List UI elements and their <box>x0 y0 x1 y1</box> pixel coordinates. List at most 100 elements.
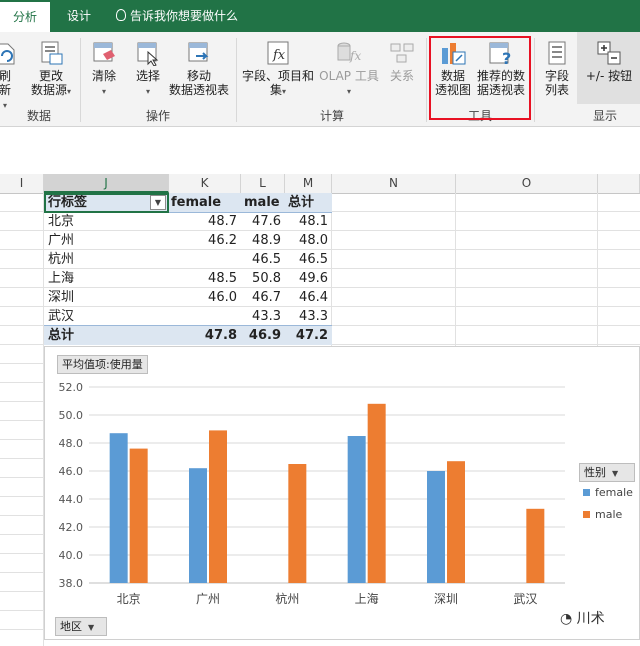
y-tick-label: 40.0 <box>59 549 84 562</box>
bar-male <box>209 430 227 583</box>
pivot-cell-total[interactable]: 49.6 <box>285 269 332 288</box>
x-tick-label: 上海 <box>355 591 379 606</box>
column-header-k[interactable]: K <box>169 174 241 193</box>
pivot-cell-female[interactable]: 48.5 <box>169 269 241 288</box>
ribbon-separator <box>534 38 535 122</box>
olap-icon: fx <box>337 42 361 63</box>
pivot-cell-female[interactable] <box>169 307 241 326</box>
relationships-button[interactable]: 关系 <box>384 40 420 83</box>
select-button[interactable]: 选择 ▾ <box>130 40 166 99</box>
y-tick-label: 52.0 <box>59 381 84 394</box>
pivot-cell-male[interactable]: 47.6 <box>241 212 285 231</box>
clear-icon <box>93 42 115 62</box>
pivot-cell-male[interactable]: 43.3 <box>241 307 285 326</box>
column-header-l[interactable]: L <box>241 174 285 193</box>
tell-me-search[interactable]: 告诉我你想要做什么 <box>116 0 276 32</box>
field-list-button[interactable]: 字段 列表 <box>540 40 574 97</box>
bar-female <box>189 468 207 583</box>
ribbon-separator <box>236 38 237 122</box>
pivot-cell-female[interactable]: 46.2 <box>169 231 241 250</box>
axis-field-button[interactable]: 地区 ▼ <box>55 617 107 636</box>
clear-button[interactable]: 清除 ▾ <box>86 40 122 99</box>
y-tick-label: 44.0 <box>59 493 84 506</box>
svg-text:fx: fx <box>272 48 286 63</box>
fields-items-sets-button[interactable]: fx 字段、项目和 集▾ <box>240 40 316 99</box>
ribbon: 刷新 ▾ 更改 数据源▾ 数据 清除 ▾ 选择 ▾ 移动 数据透视表 操作 fx 字段、项… <box>0 32 640 127</box>
bar-male <box>526 508 545 583</box>
y-tick-label: 48.0 <box>59 437 84 450</box>
pivot-cell-total[interactable]: 43.3 <box>285 307 332 326</box>
legend-field-button[interactable]: 性别 ▼ <box>579 463 635 482</box>
pivot-grand-total-label[interactable]: 总计 <box>46 326 169 345</box>
pivot-cell-male[interactable]: 46.5 <box>241 250 285 269</box>
change-source-icon <box>41 41 63 65</box>
refresh-icon <box>0 43 15 65</box>
pivot-row-label[interactable]: 杭州 <box>46 250 169 269</box>
group-label-actions: 操作 <box>145 109 170 123</box>
ribbon-separator <box>426 38 427 122</box>
pivot-header-male[interactable]: male <box>244 193 285 212</box>
pivot-grand-total-female[interactable]: 47.8 <box>169 326 241 345</box>
bar-male <box>129 448 148 583</box>
ribbon-tab-bar: 分析 设计 告诉我你想要做什么 <box>0 0 640 32</box>
relationships-icon <box>390 43 414 63</box>
pivot-cell-male[interactable]: 50.8 <box>241 269 285 288</box>
olap-tools-button[interactable]: fx OLAP 工具▾ <box>318 40 380 99</box>
formula-bar-area <box>0 127 640 175</box>
tab-analyze[interactable]: 分析 <box>0 0 50 32</box>
pivot-header-female[interactable]: female <box>171 193 241 212</box>
pivot-chart[interactable]: 平均值项:使用量 38.0 40.0 42.0 44.0 46.0 48.0 50.0 52.… <box>44 346 640 640</box>
move-pivottable-button[interactable]: 移动 数据透视表 <box>168 40 230 97</box>
pivot-row-label[interactable]: 武汉 <box>46 307 169 326</box>
field-list-icon <box>548 41 566 65</box>
column-header-m[interactable]: M <box>285 174 332 193</box>
pivot-cell-total[interactable]: 48.1 <box>285 212 332 231</box>
x-tick-label: 武汉 <box>513 592 537 606</box>
y-tick-label: 46.0 <box>59 465 84 478</box>
pivot-header-total[interactable]: 总计 <box>288 193 332 212</box>
bar-male <box>447 461 465 583</box>
pivot-row-label[interactable]: 广州 <box>46 231 169 250</box>
pivot-cell-female[interactable]: 46.0 <box>169 288 241 307</box>
lightbulb-icon <box>116 9 126 21</box>
legend-item-female[interactable]: female <box>583 486 633 499</box>
y-tick-label: 42.0 <box>59 521 84 534</box>
dropdown-icon: ▼ <box>612 469 619 478</box>
pivot-grand-total-total[interactable]: 47.2 <box>285 326 332 345</box>
change-data-source-button[interactable]: 更改 数据源▾ <box>26 40 76 99</box>
refresh-button[interactable]: 刷新 ▾ <box>0 40 16 113</box>
svg-text:fx: fx <box>349 49 361 63</box>
column-headers: I J K L M N O <box>0 174 640 194</box>
column-header-o[interactable]: O <box>456 174 598 193</box>
tab-design[interactable]: 设计 <box>58 0 100 32</box>
x-tick-label: 杭州 <box>275 591 299 606</box>
formula-fx-icon: fx <box>267 41 289 65</box>
pivot-row-label[interactable]: 深圳 <box>46 288 169 307</box>
dropdown-icon: ▼ <box>88 623 95 632</box>
pivot-cell-female[interactable]: 48.7 <box>169 212 241 231</box>
legend-item-male[interactable]: male <box>583 508 622 521</box>
pivot-row-label[interactable]: 上海 <box>46 269 169 288</box>
pivot-row-label[interactable]: 北京 <box>46 212 169 231</box>
plus-minus-buttons-toggle[interactable]: +/- 按钮 <box>578 40 640 83</box>
x-tick-label: 广州 <box>196 592 220 606</box>
column-header-j[interactable]: J <box>44 174 169 193</box>
column-header-i[interactable]: I <box>0 174 44 193</box>
pivot-cell-male[interactable]: 48.9 <box>241 231 285 250</box>
pivot-cell-male[interactable]: 46.7 <box>241 288 285 307</box>
column-header-p[interactable] <box>598 174 640 193</box>
move-pivottable-icon <box>188 42 209 62</box>
pivot-cell-total[interactable]: 46.5 <box>285 250 332 269</box>
ribbon-separator <box>80 38 81 122</box>
group-label-calculations: 计算 <box>319 109 344 123</box>
y-tick-label: 38.0 <box>59 577 84 590</box>
watermark: ◔ 川术 <box>560 611 605 627</box>
wechat-icon: ◔ <box>560 611 573 627</box>
column-header-n[interactable]: N <box>332 174 456 193</box>
pivot-cell-total[interactable]: 46.4 <box>285 288 332 307</box>
pivot-grand-total-male[interactable]: 46.9 <box>241 326 285 345</box>
pivot-cell-female[interactable] <box>169 250 241 269</box>
pivot-cell-total[interactable]: 48.0 <box>285 231 332 250</box>
group-label-show: 显示 <box>592 109 617 123</box>
tell-me-text: 告诉我你想要做什么 <box>130 9 239 23</box>
